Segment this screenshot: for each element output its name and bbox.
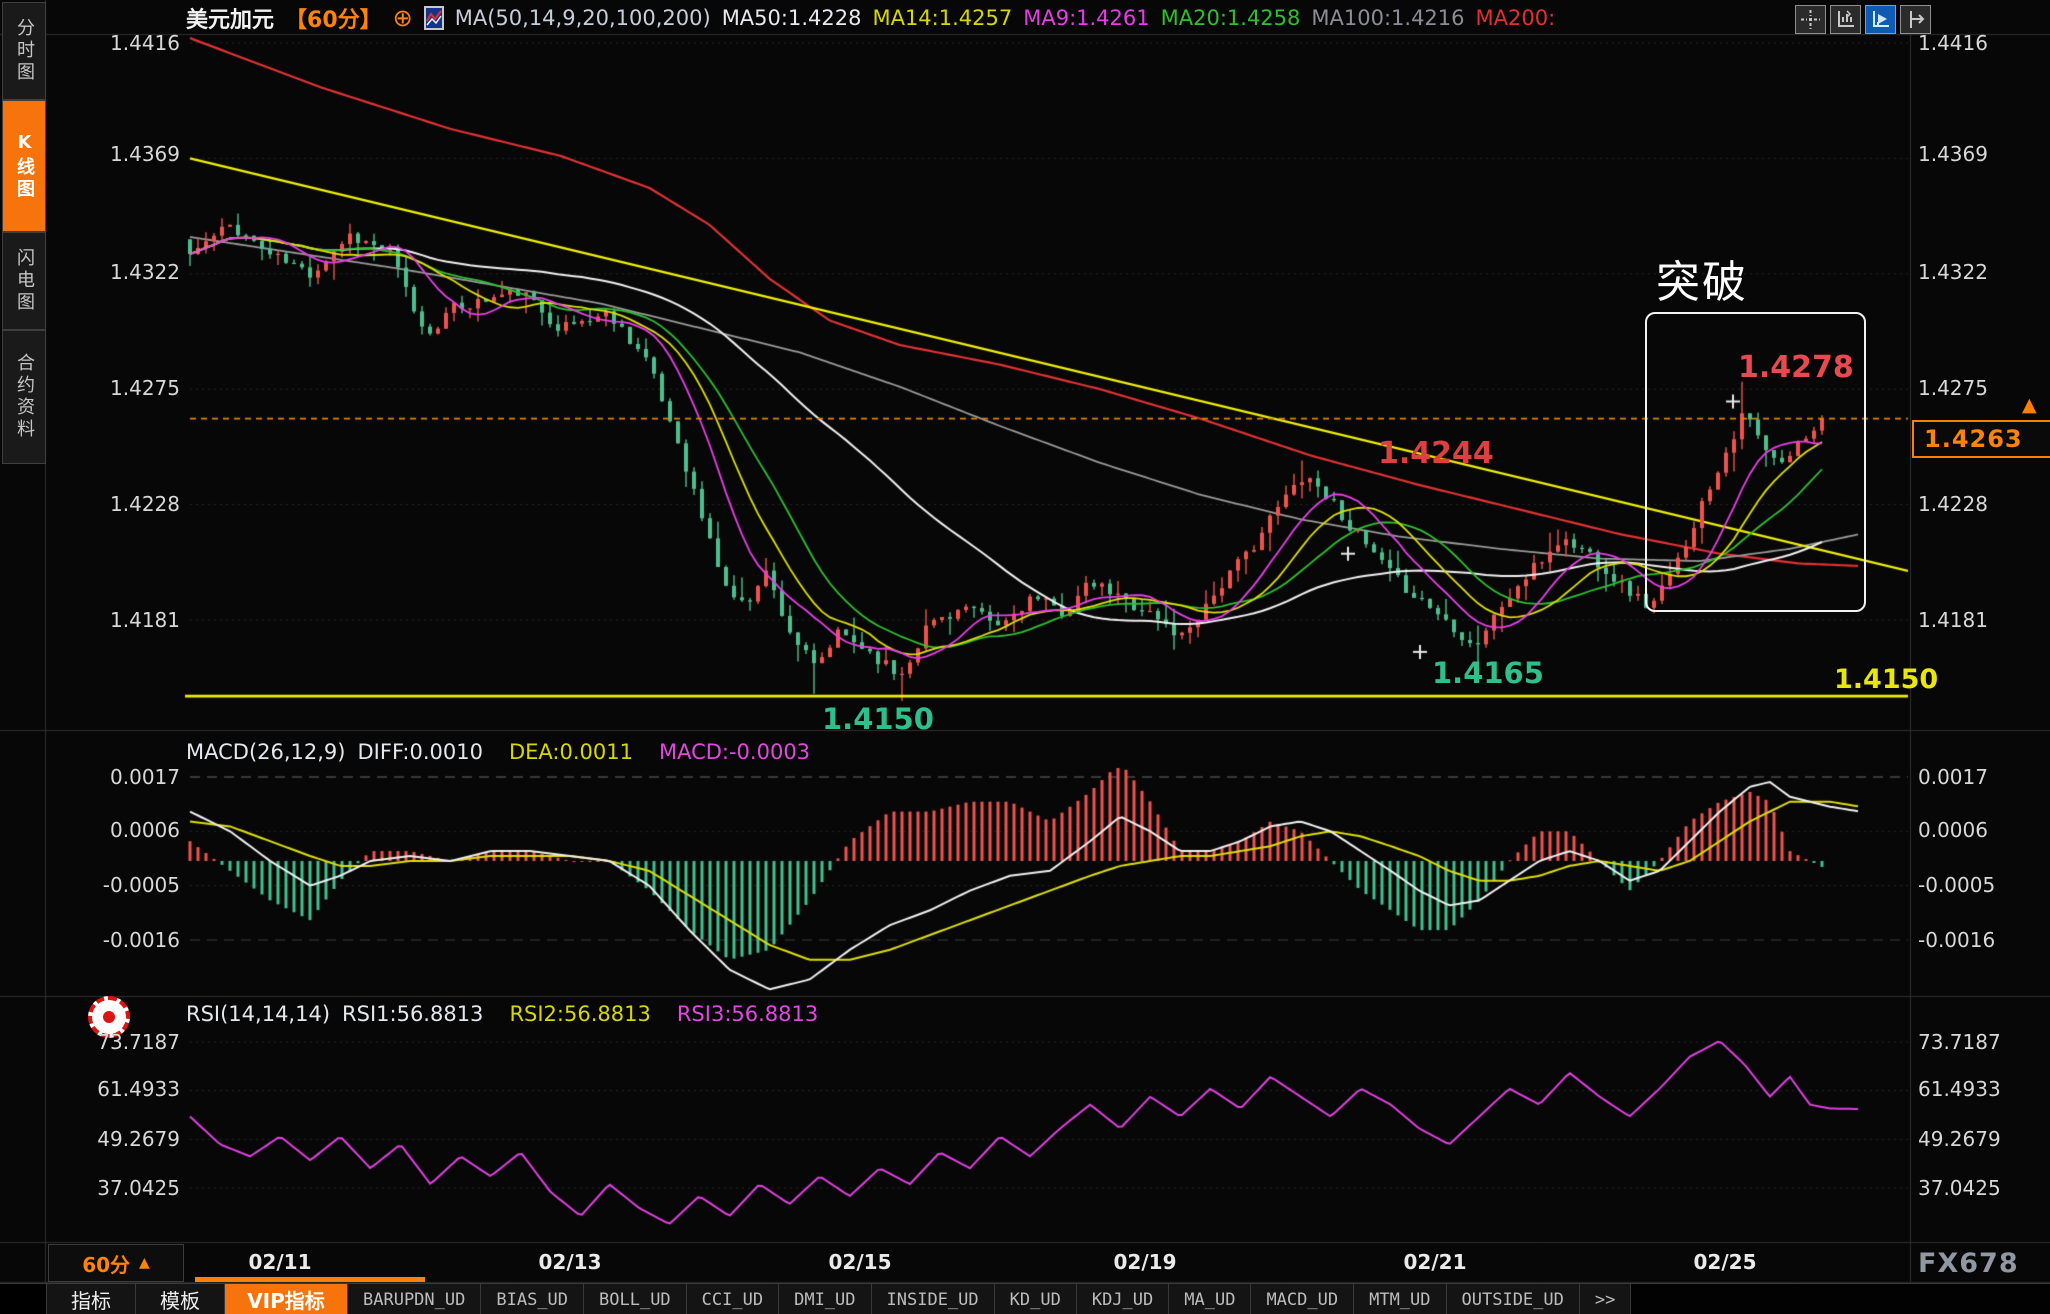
chart-header: 美元加元 【60分】 ⊕ MA(50,14,9,20,100,200) MA50…	[186, 2, 1555, 33]
support-label-left: 1.4150	[822, 702, 934, 736]
swing-low-label: 1.4165	[1432, 656, 1544, 690]
tab-bias[interactable]: BIAS_UD	[481, 1284, 584, 1314]
macd-tick-left: 0.0017	[84, 765, 180, 789]
price-tick-right: 1.4181	[1918, 608, 2036, 632]
price-tick-right: 1.4416	[1918, 31, 2036, 55]
tab-indicators[interactable]: 指标	[47, 1284, 136, 1314]
rsi3-value: RSI3:56.8813	[677, 1002, 818, 1026]
tab-inside[interactable]: INSIDE_UD	[872, 1284, 995, 1314]
rsi-tick-left: 73.7187	[84, 1030, 180, 1054]
macd-hist-value: MACD:-0.0003	[659, 740, 810, 764]
macd-name: MACD(26,12,9)	[186, 740, 346, 764]
indicator-tabbar: 指标 模板 VIP指标 BARUPDN_UD BIAS_UD BOLL_UD C…	[0, 1283, 2050, 1314]
sidebar-item-candle-chart[interactable]: K线图	[2, 100, 46, 232]
price-tick-right: 1.4275	[1918, 376, 2036, 400]
crosshair-move-icon[interactable]	[1795, 5, 1826, 34]
rsi-tick-right: 73.7187	[1918, 1030, 2036, 1054]
price-tick-left: 1.4416	[84, 31, 180, 55]
price-tick-left: 1.4181	[84, 608, 180, 632]
breakout-label: 突破	[1656, 246, 1748, 310]
ma9-value: MA9:1.4261	[1023, 6, 1149, 30]
ma20-value: MA20:1.4258	[1161, 6, 1301, 30]
tab-dmi[interactable]: DMI_UD	[779, 1284, 871, 1314]
rsi-header: RSI(14,14,14) RSI1:56.8813 RSI2:56.8813 …	[186, 1002, 818, 1026]
price-tick-left: 1.4228	[84, 492, 180, 516]
support-label-right: 1.4150	[1834, 664, 1938, 695]
macd-tick-left: 0.0006	[84, 818, 180, 842]
sidebar-item-flash-chart[interactable]: 闪电图	[2, 232, 46, 330]
symbol-title: 美元加元	[186, 2, 274, 34]
price-tick-left: 1.4322	[84, 260, 180, 284]
chart-toolbar	[1795, 5, 1931, 34]
ma-settings-label: MA(50,14,9,20,100,200)	[455, 6, 711, 30]
tab-macd[interactable]: MACD_UD	[1251, 1284, 1354, 1314]
rsi-tick-left: 61.4933	[84, 1077, 180, 1101]
date-tick: 02/25	[1675, 1250, 1775, 1274]
tab-ma[interactable]: MA_UD	[1169, 1284, 1251, 1314]
macd-tick-right: 0.0006	[1918, 818, 2036, 842]
tab-kdj[interactable]: KDJ_UD	[1077, 1284, 1169, 1314]
auto-fit-icon[interactable]	[1865, 5, 1896, 34]
rsi-tick-left: 37.0425	[84, 1176, 180, 1200]
chevron-up-icon: ▲	[139, 1255, 150, 1271]
chart-canvas[interactable]	[0, 0, 2050, 1314]
period-selector[interactable]: 60分 ▲	[48, 1244, 184, 1282]
tab-barupdn[interactable]: BARUPDN_UD	[348, 1284, 481, 1314]
scrollbar-thumb[interactable]	[195, 1277, 425, 1282]
rsi-tick-right: 49.2679	[1918, 1127, 2036, 1151]
macd-dea-value: DEA:0.0011	[509, 740, 633, 764]
price-tick-right: 1.4322	[1918, 260, 2036, 284]
last-price-tag: 1.4263	[1912, 420, 2050, 458]
date-tick: 02/11	[230, 1250, 330, 1274]
date-tick: 02/15	[810, 1250, 910, 1274]
indicator-doc-icon[interactable]	[424, 6, 444, 30]
tab-templates[interactable]: 模板	[136, 1284, 225, 1314]
tab-mtm[interactable]: MTM_UD	[1354, 1284, 1446, 1314]
date-tick: 02/21	[1385, 1250, 1485, 1274]
swing-high-label: 1.4278	[1738, 350, 1854, 385]
tab-boll[interactable]: BOLL_UD	[584, 1284, 687, 1314]
price-tick-left: 1.4275	[84, 376, 180, 400]
tab-more[interactable]: >>	[1580, 1284, 1631, 1314]
macd-diff-value: DIFF:0.0010	[358, 740, 483, 764]
last-price-value: 1.4263	[1924, 425, 2023, 453]
period-selector-label: 60分	[82, 1249, 130, 1278]
ma100-value: MA100:1.4216	[1311, 6, 1464, 30]
rsi1-value: RSI1:56.8813	[342, 1002, 483, 1026]
watermark: FX678	[1918, 1248, 2019, 1279]
add-circle-icon[interactable]: ⊕	[393, 6, 413, 30]
axis-scale-icon[interactable]	[1830, 5, 1861, 34]
tabbar-spacer	[0, 1284, 47, 1314]
sidebar-item-contract-info[interactable]: 合约资料	[2, 330, 46, 464]
macd-tick-left: -0.0005	[84, 873, 180, 897]
rsi-name: RSI(14,14,14)	[186, 1002, 330, 1026]
macd-tick-left: -0.0016	[84, 928, 180, 952]
ma200-value: MA200:	[1476, 6, 1556, 30]
tab-kd[interactable]: KD_UD	[995, 1284, 1077, 1314]
price-tick-left: 1.4369	[84, 142, 180, 166]
period-label: 【60分】	[285, 2, 382, 34]
rsi-tick-right: 37.0425	[1918, 1176, 2036, 1200]
macd-tick-right: -0.0005	[1918, 873, 2036, 897]
tab-outside[interactable]: OUTSIDE_UD	[1447, 1284, 1580, 1314]
price-tick-right: 1.4228	[1918, 492, 2036, 516]
ma200-level-label: 1.4244	[1378, 436, 1494, 471]
rsi2-value: RSI2:56.8813	[509, 1002, 650, 1026]
macd-header: MACD(26,12,9) DIFF:0.0010 DEA:0.0011 MAC…	[186, 740, 810, 764]
rsi-tick-right: 61.4933	[1918, 1077, 2036, 1101]
ma14-value: MA14:1.4257	[872, 6, 1012, 30]
shift-chart-icon[interactable]	[1900, 5, 1931, 34]
sidebar-item-timeline-chart[interactable]: 分时图	[2, 2, 46, 100]
date-tick: 02/13	[520, 1250, 620, 1274]
ma50-value: MA50:1.4228	[722, 6, 862, 30]
price-tick-right: 1.4369	[1918, 142, 2036, 166]
rsi-tick-left: 49.2679	[84, 1127, 180, 1151]
tab-cci[interactable]: CCI_UD	[687, 1284, 779, 1314]
tab-vip-indicators[interactable]: VIP指标	[225, 1284, 348, 1314]
macd-tick-right: 0.0017	[1918, 765, 2036, 789]
scroll-up-icon[interactable]: ▲	[2022, 394, 2037, 416]
trading-app: 分时图 K线图 闪电图 合约资料 美元加元 【60分】 ⊕ MA(50,14,9…	[0, 0, 2050, 1314]
date-tick: 02/19	[1095, 1250, 1195, 1274]
macd-tick-right: -0.0016	[1918, 928, 2036, 952]
